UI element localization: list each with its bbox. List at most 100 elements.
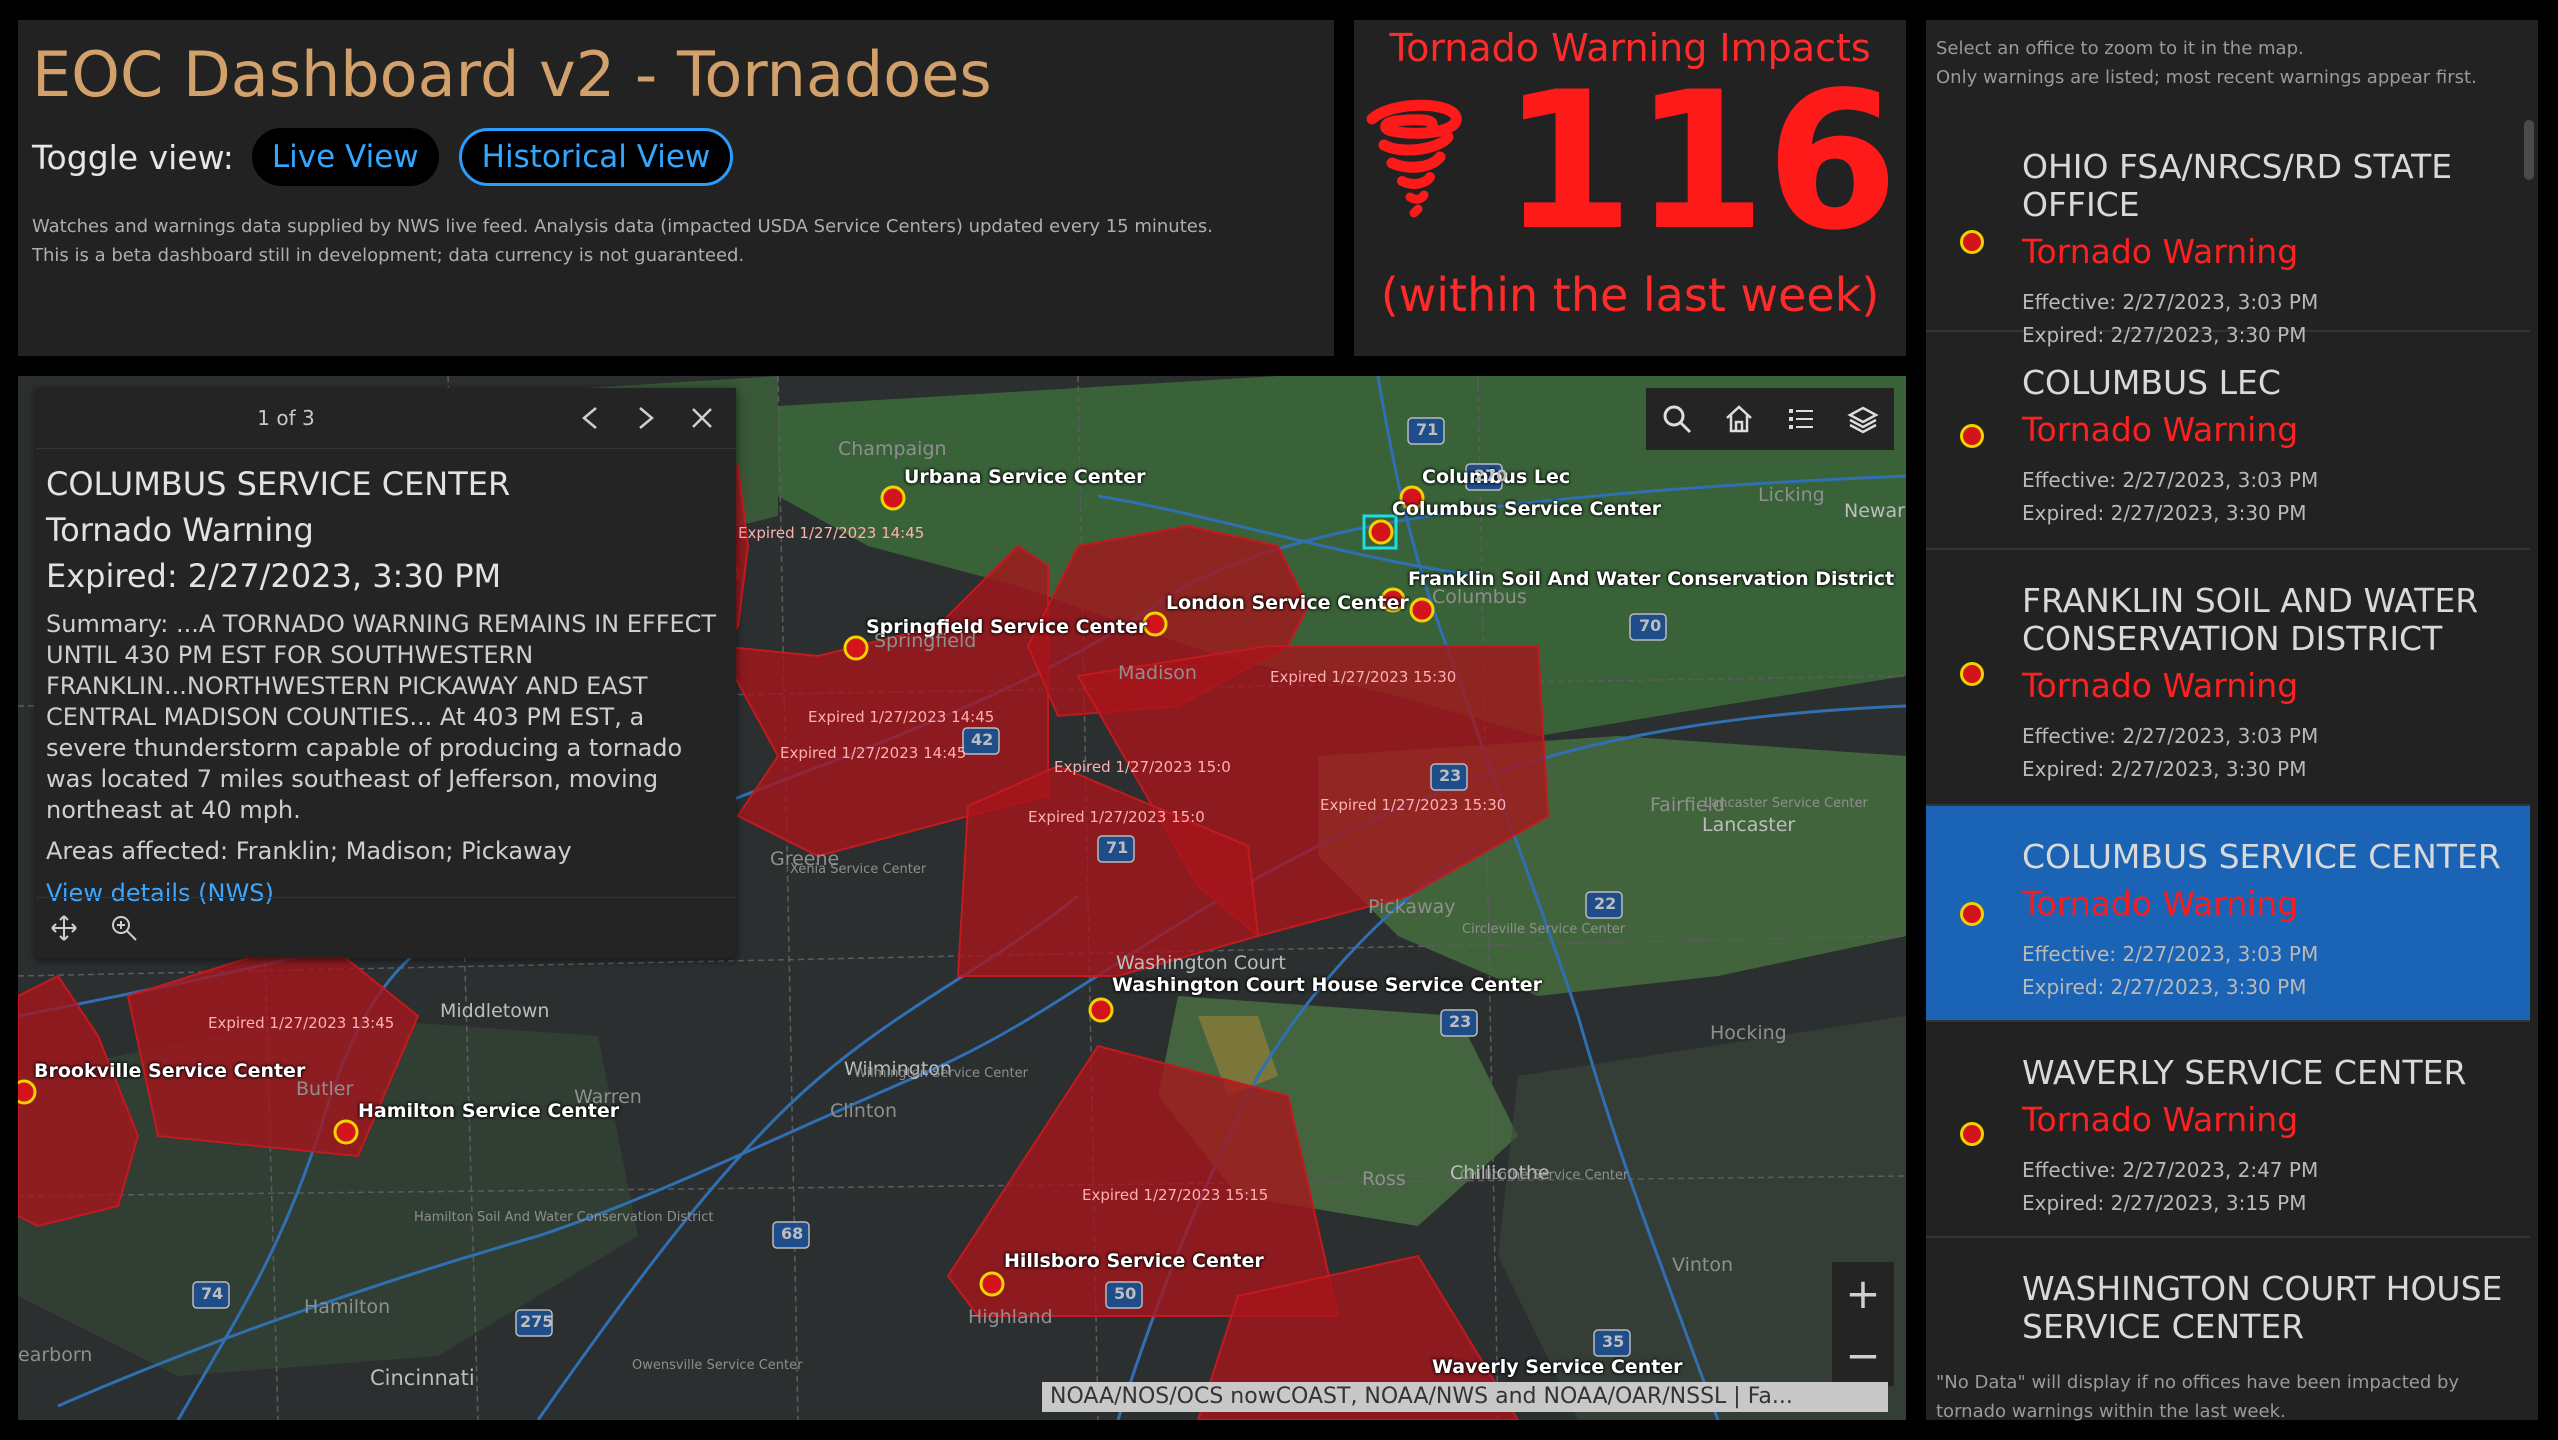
next-icon[interactable] bbox=[630, 402, 662, 434]
highway-label: 50 bbox=[1114, 1284, 1137, 1303]
layers-icon bbox=[1847, 406, 1879, 434]
zoom-controls: + − bbox=[1832, 1262, 1894, 1386]
list-item[interactable]: OHIO FSA/NRCS/RD STATE OFFICE Tornado Wa… bbox=[1926, 116, 2530, 347]
town-label: Licking bbox=[1758, 484, 1825, 506]
highway-label: 71 bbox=[1106, 838, 1129, 857]
town-label: Newark bbox=[1844, 500, 1906, 522]
minus-icon: − bbox=[1845, 1330, 1881, 1380]
expired-label: Expired 1/27/2023 13:45 bbox=[208, 1014, 395, 1032]
office-marker-icon bbox=[1960, 902, 1984, 926]
close-icon[interactable] bbox=[686, 402, 718, 434]
town-label: Hocking bbox=[1710, 1022, 1787, 1044]
town-label: Clinton bbox=[830, 1100, 897, 1122]
expired-label: Expired 1/27/2023 14:45 bbox=[738, 524, 925, 542]
map-label[interactable]: Columbus Service Center bbox=[1392, 498, 1661, 520]
expired-date: Expired: 2/27/2023, 3:15 PM bbox=[2022, 1191, 2307, 1215]
office-list[interactable]: OHIO FSA/NRCS/RD STATE OFFICE Tornado Wa… bbox=[1926, 116, 2530, 1360]
app-title: EOC Dashboard v2 - Tornadoes bbox=[32, 38, 992, 111]
office-list-panel: Select an office to zoom to it in the ma… bbox=[1926, 20, 2538, 1422]
warning-status: Tornado Warning bbox=[2022, 884, 2299, 923]
expired-label: Expired 1/27/2023 15:0 bbox=[1054, 758, 1231, 776]
toggle-label: Toggle view: bbox=[32, 137, 234, 177]
map-label[interactable]: Hillsboro Service Center bbox=[1004, 1250, 1264, 1272]
live-view-button[interactable]: Live View bbox=[251, 128, 439, 186]
town-label: Champaign bbox=[838, 438, 947, 460]
town-label: Pickaway bbox=[1368, 896, 1456, 918]
expired-label: Expired 1/27/2023 14:45 bbox=[808, 708, 995, 726]
zoom-to-icon[interactable] bbox=[110, 914, 138, 942]
zoom-out-button[interactable]: − bbox=[1832, 1324, 1894, 1386]
pan-icon[interactable] bbox=[50, 914, 78, 942]
legend-button[interactable] bbox=[1770, 388, 1832, 450]
map-label[interactable]: Urbana Service Center bbox=[904, 466, 1145, 488]
zoom-in-button[interactable]: + bbox=[1832, 1262, 1894, 1324]
expired-date: Expired: 2/27/2023, 3:30 PM bbox=[2022, 501, 2307, 525]
impact-count: 116 bbox=[1501, 51, 1899, 272]
map-label[interactable]: Waverly Service Center bbox=[1432, 1356, 1683, 1378]
town-label: Chillicothe Service Center bbox=[1460, 1168, 1629, 1183]
town-label: Circleville Service Center bbox=[1462, 922, 1626, 937]
popup-areas: Areas affected: Franklin; Madison; Picka… bbox=[46, 837, 572, 865]
office-name: FRANKLIN SOIL AND WATER CONSERVATION DIS… bbox=[2022, 581, 2479, 658]
list-item[interactable]: COLUMBUS LEC Tornado Warning Effective: … bbox=[1926, 332, 2530, 550]
list-hint-1: Select an office to zoom to it in the ma… bbox=[1936, 38, 2304, 59]
town-label: Washington Court bbox=[1116, 952, 1286, 974]
popup-title: COLUMBUS SERVICE CENTER bbox=[46, 465, 511, 503]
effective-date: Effective: 2/27/2023, 3:03 PM bbox=[2022, 942, 2319, 966]
impact-counter-panel: Tornado Warning Impacts 116 (within the … bbox=[1354, 20, 1906, 356]
highway-label: 74 bbox=[201, 1284, 224, 1303]
highway-label: 23 bbox=[1439, 766, 1462, 785]
popup-expired: Expired: 2/27/2023, 3:30 PM bbox=[46, 557, 502, 595]
list-hint-2: Only warnings are listed; most recent wa… bbox=[1936, 67, 2477, 88]
town-label: earborn bbox=[18, 1344, 93, 1366]
list-scrollbar[interactable] bbox=[2524, 120, 2534, 180]
popup-summary: Summary: ...A TORNADO WARNING REMAINS IN… bbox=[46, 610, 717, 824]
map-label[interactable]: Washington Court House Service Center bbox=[1112, 974, 1542, 996]
highway-label: 270 bbox=[1474, 466, 1508, 485]
expired-date: Expired: 2/27/2023, 3:30 PM bbox=[2022, 757, 2307, 781]
map-label[interactable]: London Service Center bbox=[1166, 592, 1409, 614]
list-item[interactable]: WASHINGTON COURT HOUSE SERVICE CENTER bbox=[1926, 1238, 2530, 1360]
warning-status: Tornado Warning bbox=[2022, 1100, 2299, 1139]
office-marker-icon bbox=[1960, 424, 1984, 448]
home-button[interactable] bbox=[1708, 388, 1770, 450]
highway-label: 71 bbox=[1416, 420, 1439, 439]
layers-button[interactable] bbox=[1832, 388, 1894, 450]
warning-status: Tornado Warning bbox=[2022, 410, 2299, 449]
town-label: Middletown bbox=[440, 1000, 550, 1022]
town-label: Madison bbox=[1118, 662, 1197, 684]
search-icon bbox=[1663, 405, 1692, 434]
effective-date: Effective: 2/27/2023, 3:03 PM bbox=[2022, 290, 2319, 314]
effective-date: Effective: 2/27/2023, 2:47 PM bbox=[2022, 1158, 2319, 1182]
town-label: Springfield bbox=[874, 630, 977, 652]
highway-label: 22 bbox=[1594, 894, 1617, 913]
home-icon bbox=[1726, 405, 1752, 433]
map-toolbar bbox=[1646, 388, 1894, 450]
town-label: Butler bbox=[296, 1078, 354, 1100]
town-label: Cincinnati bbox=[370, 1366, 475, 1390]
highway-label: 35 bbox=[1602, 1332, 1625, 1351]
popup-warning-type: Tornado Warning bbox=[46, 511, 314, 549]
historical-view-button[interactable]: Historical View bbox=[458, 128, 734, 186]
list-item-selected[interactable]: COLUMBUS SERVICE CENTER Tornado Warning … bbox=[1926, 806, 2530, 1022]
list-item[interactable]: WAVERLY SERVICE CENTER Tornado Warning E… bbox=[1926, 1022, 2530, 1238]
town-label: Wilmington Service Center bbox=[854, 1066, 1028, 1081]
popup-pager: 1 of 3 bbox=[257, 406, 315, 430]
list-item[interactable]: FRANKLIN SOIL AND WATER CONSERVATION DIS… bbox=[1926, 550, 2530, 806]
search-button[interactable] bbox=[1646, 388, 1708, 450]
view-toggle: Toggle view: Live View Historical View bbox=[32, 128, 1320, 186]
map-label[interactable]: Brookville Service Center bbox=[34, 1060, 305, 1082]
header-panel: EOC Dashboard v2 - Tornadoes Toggle view… bbox=[18, 20, 1334, 356]
previous-icon[interactable] bbox=[574, 402, 606, 434]
town-label: Ross bbox=[1362, 1168, 1406, 1190]
highway-label: 42 bbox=[971, 730, 994, 749]
map-view[interactable]: Urbana Service Center Columbus Lec Colum… bbox=[18, 376, 1906, 1420]
town-label: Xenia Service Center bbox=[790, 862, 927, 877]
town-label: Vinton bbox=[1672, 1254, 1734, 1276]
highway-label: 68 bbox=[781, 1224, 804, 1243]
warning-status: Tornado Warning bbox=[2022, 232, 2299, 271]
plus-icon: + bbox=[1845, 1268, 1881, 1318]
office-name: WASHINGTON COURT HOUSE SERVICE CENTER bbox=[2022, 1269, 2503, 1346]
expired-label: Expired 1/27/2023 14:45 bbox=[780, 744, 967, 762]
office-marker-icon bbox=[1960, 230, 1984, 254]
